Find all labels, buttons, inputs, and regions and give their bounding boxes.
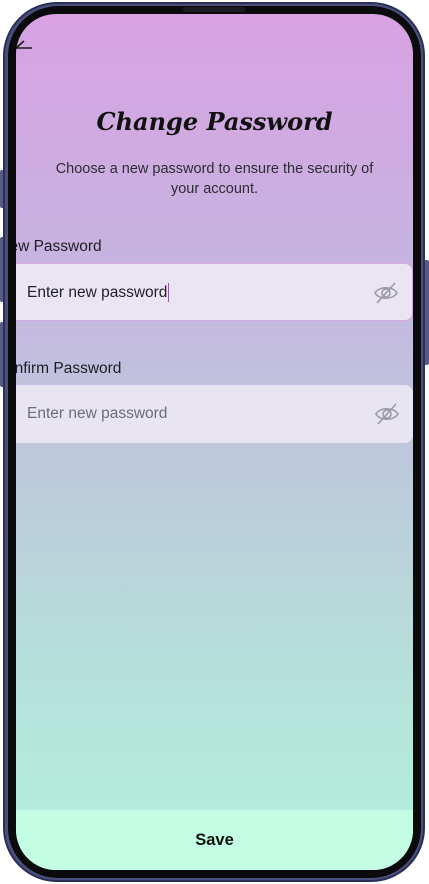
eye-off-icon[interactable]: [374, 401, 400, 427]
arrow-left-icon: [16, 40, 32, 49]
confirm-password-label: onfirm Password: [16, 360, 122, 377]
save-button[interactable]: Save: [16, 810, 413, 870]
text-caret: [168, 283, 170, 303]
new-password-value: Enter new password: [27, 284, 168, 301]
new-password-input[interactable]: Enter new password: [27, 264, 170, 322]
speaker-grille: [183, 7, 245, 12]
new-password-field[interactable]: Enter new password: [16, 263, 413, 321]
confirm-password-input[interactable]: Enter new password: [27, 385, 167, 443]
page-subtitle: Choose a new password to ensure the secu…: [55, 161, 374, 197]
page-title: Change Password: [96, 107, 333, 136]
eye-off-icon[interactable]: [373, 280, 399, 306]
confirm-password-field[interactable]: Enter new password: [16, 385, 413, 443]
back-button[interactable]: [16, 36, 38, 60]
phone-frame: Change Password Choose a new password to…: [0, 0, 429, 884]
new-password-label: lew Password: [16, 238, 102, 255]
save-button-label: Save: [195, 830, 234, 849]
screen: Change Password Choose a new password to…: [16, 14, 413, 870]
